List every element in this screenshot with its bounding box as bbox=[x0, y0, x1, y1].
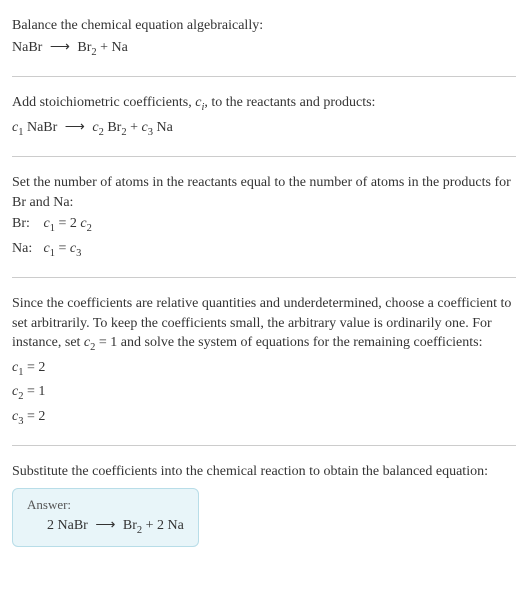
coeff-result-3: c3 = 2 bbox=[12, 407, 516, 429]
c3-na: Na bbox=[153, 120, 173, 135]
unbalanced-equation: NaBr ⟶ Br2 + Na bbox=[12, 38, 516, 60]
eq-text: = bbox=[55, 241, 70, 256]
c-val: = 2 bbox=[23, 360, 45, 375]
coeff-equation: c1 NaBr ⟶ c2 Br2 + c3 Na bbox=[12, 118, 516, 140]
eq-text: = 2 bbox=[55, 216, 80, 231]
balanced-equation: 2 NaBr ⟶ Br2 + 2 Na bbox=[27, 517, 184, 536]
divider bbox=[12, 445, 516, 446]
c2-br: Br bbox=[104, 120, 122, 135]
balance-row-na: Na: c1 = c3 bbox=[12, 239, 516, 261]
element-label-br: Br: bbox=[12, 214, 40, 234]
divider bbox=[12, 156, 516, 157]
c-val: = 2 bbox=[23, 409, 45, 424]
section-coefficients: Add stoichiometric coefficients, ci, to … bbox=[12, 85, 516, 148]
arrow-icon: ⟶ bbox=[50, 38, 70, 58]
divider bbox=[12, 277, 516, 278]
plus: + bbox=[127, 120, 142, 135]
section-atom-balance: Set the number of atoms in the reactants… bbox=[12, 165, 516, 269]
answer-box: Answer: 2 NaBr ⟶ Br2 + 2 Na bbox=[12, 488, 199, 547]
coeff-heading: Add stoichiometric coefficients, ci, to … bbox=[12, 93, 516, 115]
c1-species: NaBr bbox=[23, 120, 60, 135]
balance-row-br: Br: c1 = 2 c2 bbox=[12, 214, 516, 236]
arrow-icon: ⟶ bbox=[95, 517, 115, 534]
answer-heading: Substitute the coefficients into the che… bbox=[12, 462, 516, 482]
eq-rhs-na: + 2 Na bbox=[142, 518, 184, 533]
intro-heading: Balance the chemical equation algebraica… bbox=[12, 16, 516, 36]
heading-text-b: , to the reactants and products: bbox=[204, 95, 375, 110]
coeff-result-1: c1 = 2 bbox=[12, 358, 516, 380]
section-intro: Balance the chemical equation algebraica… bbox=[12, 8, 516, 68]
eq-lhs: 2 NaBr bbox=[47, 518, 91, 533]
eq-rhs-br: Br bbox=[119, 518, 137, 533]
balance-heading: Set the number of atoms in the reactants… bbox=[12, 173, 516, 212]
solve-heading: Since the coefficients are relative quan… bbox=[12, 294, 516, 356]
element-label-na: Na: bbox=[12, 239, 40, 259]
divider bbox=[12, 76, 516, 77]
section-solve: Since the coefficients are relative quan… bbox=[12, 286, 516, 437]
c3-sub: 3 bbox=[76, 248, 81, 259]
solve-text-b: = 1 and solve the system of equations fo… bbox=[95, 335, 482, 350]
c2-sub: 2 bbox=[87, 223, 92, 234]
eq-rhs-plus-na: + Na bbox=[97, 40, 128, 55]
coeff-result-2: c2 = 1 bbox=[12, 382, 516, 404]
eq-lhs: NaBr bbox=[12, 40, 42, 55]
section-answer: Substitute the coefficients into the che… bbox=[12, 454, 516, 552]
answer-label: Answer: bbox=[27, 497, 184, 513]
arrow-icon: ⟶ bbox=[65, 118, 85, 138]
eq-rhs-br: Br bbox=[77, 40, 91, 55]
c-val: = 1 bbox=[23, 384, 45, 399]
heading-text-a: Add stoichiometric coefficients, bbox=[12, 95, 195, 110]
